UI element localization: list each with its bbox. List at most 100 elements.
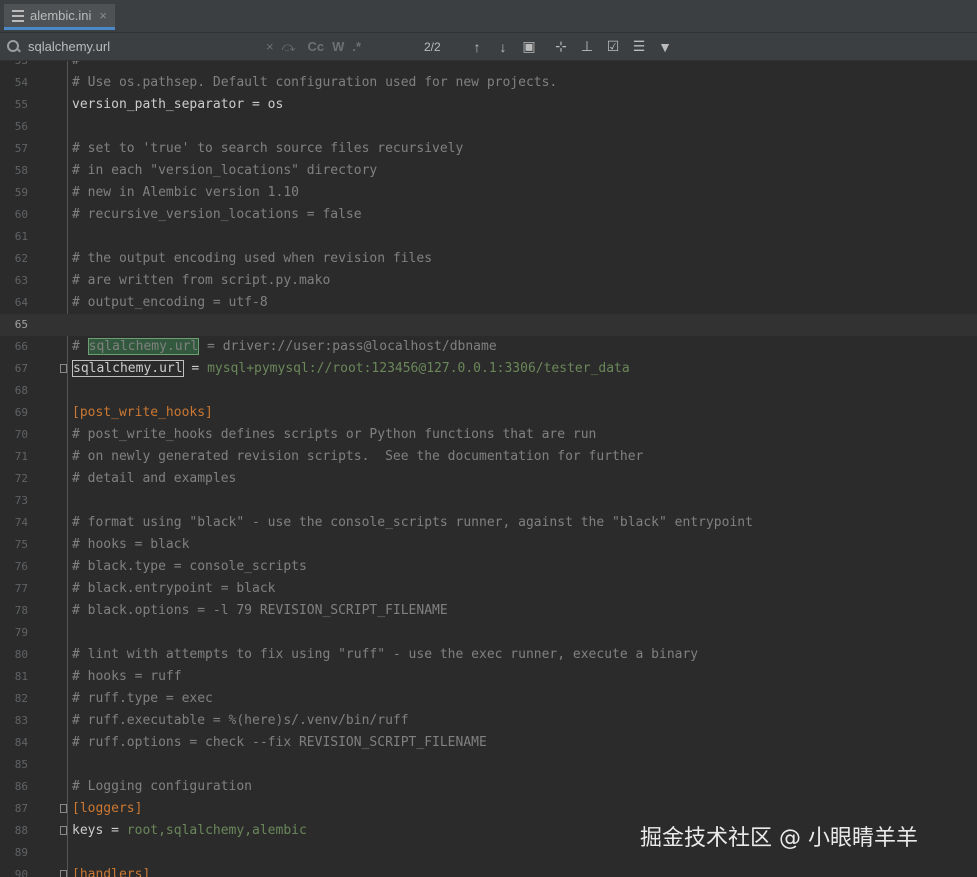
search-input[interactable] [28, 39, 248, 54]
code-text: # ruff.options = check --fix REVISION_SC… [72, 732, 487, 754]
code-line[interactable]: 68 [0, 380, 977, 402]
line-number: 73 [14, 494, 28, 507]
code-token: [loggers] [72, 801, 143, 816]
code-line[interactable]: 87 [loggers] [0, 798, 977, 820]
code-line[interactable]: 75 # hooks = black [0, 534, 977, 556]
code-token: [post_write_hooks] [72, 405, 213, 420]
tab-alembic-ini[interactable]: alembic.ini × [4, 4, 116, 30]
select-all-occurrences-icon[interactable]: ☑ [606, 38, 620, 55]
line-number: 65 [14, 318, 28, 331]
code-line[interactable]: 84 # ruff.options = check --fix REVISION_… [0, 732, 977, 754]
code-line[interactable]: 69 [post_write_hooks] [0, 402, 977, 424]
code-line[interactable]: 81 # hooks = ruff [0, 666, 977, 688]
code-text: # black.entrypoint = black [72, 578, 276, 600]
code-token: # output_encoding = utf-8 [72, 295, 268, 310]
code-text: # post_write_hooks defines scripts or Py… [72, 424, 596, 446]
code-line[interactable]: 73 [0, 490, 977, 512]
search-icon[interactable] [6, 39, 22, 55]
code-line[interactable]: 67 sqlalchemy.url = mysql+pymysql://root:… [0, 358, 977, 380]
remove-occurrence-icon[interactable]: ⊥ [580, 38, 594, 55]
code-token: # post_write_hooks defines scripts or Py… [72, 427, 597, 442]
match-case-toggle[interactable]: Cc [308, 39, 325, 54]
previous-occurrence-icon[interactable]: ↑ [470, 39, 484, 55]
code-token: # on newly generated revision scripts. S… [72, 449, 644, 464]
code-line[interactable]: 66 # sqlalchemy.url = driver://user:pass@… [0, 336, 977, 358]
line-number: 53 [0, 61, 28, 72]
code-token: sqlalchemy.url [72, 360, 184, 377]
code-text: # hooks = ruff [72, 666, 182, 688]
code-text: # lint with attempts to fix using "ruff"… [72, 644, 698, 666]
line-number: 66 [14, 340, 28, 353]
code-line[interactable]: 90 [handlers] [0, 864, 977, 877]
open-in-window-icon[interactable]: ▣ [522, 38, 536, 55]
filter-icon[interactable]: ▼ [658, 39, 672, 55]
code-line[interactable]: 83 # ruff.executable = %(here)s/.venv/bin… [0, 710, 977, 732]
code-line[interactable]: 72 # detail and examples [0, 468, 977, 490]
fold-marker-icon[interactable] [60, 870, 67, 877]
code-line[interactable]: 58 # in each "version_locations" director… [0, 160, 977, 182]
code-line[interactable]: 79 [0, 622, 977, 644]
code-line[interactable]: 74 # format using "black" - use the conso… [0, 512, 977, 534]
code-text: # ruff.executable = %(here)s/.venv/bin/r… [72, 710, 409, 732]
code-line[interactable]: 71 # on newly generated revision scripts.… [0, 446, 977, 468]
code-text: [post_write_hooks] [72, 402, 213, 424]
code-line[interactable]: 76 # black.type = console_scripts [0, 556, 977, 578]
fold-marker-icon[interactable] [60, 826, 67, 835]
line-number: 84 [14, 736, 28, 749]
code-line[interactable]: 62 # the output encoding used when revisi… [0, 248, 977, 270]
code-token: # Use os.pathsep. Default configuration … [72, 75, 558, 90]
code-line[interactable]: 60 # recursive_version_locations = false [0, 204, 977, 226]
fold-marker-icon[interactable] [60, 364, 67, 373]
code-line[interactable]: 59 # new in Alembic version 1.10 [0, 182, 977, 204]
next-occurrence-icon[interactable]: ↓ [496, 39, 510, 55]
tab-close-icon[interactable]: × [99, 8, 107, 23]
code-token: root,sqlalchemy,alembic [126, 823, 307, 838]
code-token: # lint with attempts to fix using "ruff"… [72, 647, 699, 662]
line-number: 62 [14, 252, 28, 265]
code-line[interactable]: 78 # black.options = -l 79 REVISION_SCRIP… [0, 600, 977, 622]
code-token: # detail and examples [72, 471, 237, 486]
line-number: 87 [14, 802, 28, 815]
line-number: 77 [14, 582, 28, 595]
code-line[interactable]: 63 # are written from script.py.mako [0, 270, 977, 292]
code-line[interactable]: 55 version_path_separator = os [0, 94, 977, 116]
line-number: 75 [14, 538, 28, 551]
code-token: # black.options = -l 79 REVISION_SCRIPT_… [72, 603, 448, 618]
whole-words-toggle[interactable]: W [332, 39, 344, 54]
code-line[interactable]: 53 # [0, 61, 977, 72]
code-line[interactable]: 56 [0, 116, 977, 138]
code-line[interactable]: 80 # lint with attempts to fix using "ruf… [0, 644, 977, 666]
code-line[interactable]: 77 # black.entrypoint = black [0, 578, 977, 600]
code-line[interactable]: 82 # ruff.type = exec [0, 688, 977, 710]
code-text: # [72, 61, 80, 72]
search-history-icon[interactable]: ⤼ [282, 39, 296, 55]
code-token: mysql+pymysql://root:123456@127.0.0.1:33… [207, 361, 630, 376]
code-token: keys [72, 823, 104, 838]
line-number: 74 [14, 516, 28, 529]
code-line[interactable]: 64 # output_encoding = utf-8 [0, 292, 977, 314]
code-token: = [183, 361, 208, 376]
clear-search-icon[interactable]: × [266, 39, 274, 54]
line-number: 55 [14, 98, 28, 111]
code-line[interactable]: 61 [0, 226, 977, 248]
code-line[interactable]: 85 [0, 754, 977, 776]
line-number: 68 [14, 384, 28, 397]
code-text: # Use os.pathsep. Default configuration … [72, 72, 557, 94]
code-editor[interactable]: 53 #54 # Use os.pathsep. Default configura… [0, 61, 977, 877]
line-number: 57 [14, 142, 28, 155]
code-line[interactable]: 54 # Use os.pathsep. Default configuratio… [0, 72, 977, 94]
code-line[interactable]: 86 # Logging configuration [0, 776, 977, 798]
line-number: 86 [14, 780, 28, 793]
code-line[interactable]: 70 # post_write_hooks defines scripts or … [0, 424, 977, 446]
code-text: # in each "version_locations" directory [72, 160, 377, 182]
add-occurrence-icon[interactable]: ⊹ [554, 38, 568, 55]
code-text: [loggers] [72, 798, 142, 820]
code-text: keys = root,sqlalchemy,alembic [72, 820, 307, 842]
code-token: # [72, 339, 88, 354]
code-token: = [103, 823, 127, 838]
code-line[interactable]: 57 # set to 'true' to search source files… [0, 138, 977, 160]
code-line[interactable]: 65 [0, 314, 977, 336]
regex-toggle[interactable]: .* [352, 39, 361, 54]
show-filter-popup-icon[interactable]: ☰ [632, 38, 646, 55]
fold-marker-icon[interactable] [60, 804, 67, 813]
